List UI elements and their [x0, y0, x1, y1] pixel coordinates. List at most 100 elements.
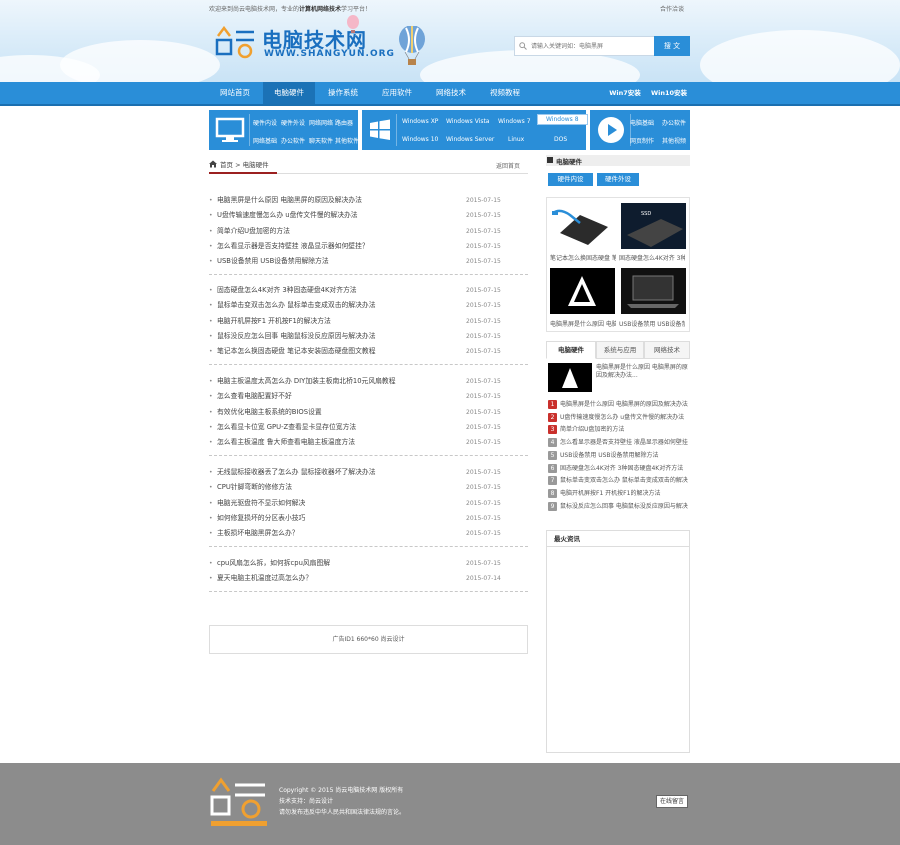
rank-item[interactable]: 2 U盘传输速度慢怎么办 u盘传文件慢的解决办法: [548, 412, 690, 424]
tab-hardware[interactable]: 电脑硬件: [546, 341, 596, 359]
nav-network[interactable]: 网络技术: [425, 82, 477, 104]
breadcrumb-home[interactable]: 首页: [220, 161, 233, 169]
list-divider: [209, 454, 528, 456]
rank-item[interactable]: 7 鼠标单击变双击怎么办 鼠标单击变成双击的解决: [548, 475, 690, 487]
list-item[interactable]: • 鼠标单击变双击怎么办 鼠标单击变成双击的解决办法 2015-07-15: [209, 298, 528, 313]
list-item-date: 2015-07-15: [466, 302, 501, 310]
cat-link[interactable]: 网络基础: [253, 136, 277, 145]
cat-link[interactable]: Windows XP: [402, 118, 438, 125]
breadcrumb-current[interactable]: 电脑硬件: [243, 161, 269, 169]
list-item[interactable]: • 电脑主板温度太高怎么办 DIY加装主板南北桥10元风扇教程 2015-07-15: [209, 374, 528, 389]
bullet-icon: •: [209, 469, 213, 476]
cooperation-link[interactable]: 合作洽谈: [660, 4, 684, 13]
pic-thumb[interactable]: [550, 203, 615, 249]
cat-link[interactable]: Windows Server: [446, 136, 494, 143]
rank-item[interactable]: 3 简单介绍U盘加密的方法: [548, 424, 690, 436]
cat-link[interactable]: DOS: [554, 136, 567, 143]
cat-link[interactable]: 硬件内设: [253, 118, 277, 127]
rank-item[interactable]: 5 USB设备禁用 USB设备禁用解除方法: [548, 450, 690, 462]
list-divider: [209, 545, 528, 547]
footer-logo-icon: [210, 777, 267, 826]
cat-link[interactable]: 办公软件: [662, 118, 686, 127]
list-divider: [209, 363, 528, 365]
list-item[interactable]: • USB设备禁用 USB设备禁用解除方法 2015-07-15: [209, 254, 528, 269]
list-item[interactable]: • 固态硬盘怎么4K对齐 3种固态硬盘4K对齐方法 2015-07-15: [209, 283, 528, 298]
cat-link[interactable]: Linux: [508, 136, 524, 143]
list-item[interactable]: • 怎么看显示器是否支持壁挂 液晶显示器如何壁挂？ 2015-07-15: [209, 239, 528, 254]
rank-item[interactable]: 4 怎么看显示器是否支持壁挂 液晶显示器如何壁挂: [548, 437, 690, 449]
featured-title[interactable]: 电脑黑屏是什么原因 电脑黑屏的原因及解决办法...: [596, 364, 688, 380]
list-item[interactable]: • 电脑黑屏是什么原因 电脑黑屏的原因及解决办法 2015-07-15: [209, 193, 528, 208]
list-item[interactable]: • 怎么查看电脑配置好不好 2015-07-15: [209, 389, 528, 404]
rank-item[interactable]: 1 电脑黑屏是什么原因 电脑黑屏的原因及解决办法: [548, 399, 690, 411]
sidebar-button-external[interactable]: 硬件外设: [597, 173, 639, 186]
list-item[interactable]: • 主板损坏电脑黑屏怎么办？ 2015-07-15: [209, 526, 528, 541]
welcome-text: 欢迎来到尚云电脑技术网，专业的计算机网络技术学习平台！: [209, 6, 372, 13]
list-item[interactable]: • 夏天电脑主机温度过高怎么办？ 2015-07-14: [209, 571, 528, 586]
cat-link[interactable]: 网页制作: [630, 136, 654, 145]
cat-link[interactable]: 网络网络: [309, 118, 333, 127]
nav-software[interactable]: 应用软件: [371, 82, 423, 104]
list-item-date: 2015-07-15: [466, 197, 501, 204]
list-item[interactable]: • 如何修复损坏的分区表小技巧 2015-07-15: [209, 511, 528, 526]
ad-banner[interactable]: 广告ID1 660*60 尚云设计: [209, 625, 528, 654]
rank-item[interactable]: 8 电脑开机屏按F1 开机按F1的解决方法: [548, 488, 690, 500]
nav-os[interactable]: 操作系统: [317, 82, 369, 104]
rank-item[interactable]: 9 鼠标没反应怎么回事 电脑鼠标没反应原因与解决: [548, 501, 690, 513]
list-item[interactable]: • 有效优化电脑主板系统的BIOS设置 2015-07-15: [209, 405, 528, 420]
featured-image-icon: [548, 363, 592, 392]
pic-caption: 电脑黑屏是什么原因 电脑: [550, 321, 616, 328]
bullet-icon: •: [209, 212, 213, 220]
list-item-date: 2015-07-15: [466, 393, 501, 401]
list-item-title: 怎么看显示器是否支持壁挂 液晶显示器如何壁挂？: [217, 241, 369, 250]
sidebar-button-internal[interactable]: 硬件内设: [548, 173, 593, 186]
cat-link[interactable]: Windows 7: [498, 118, 531, 125]
bullet-icon: •: [209, 484, 213, 492]
cat-link[interactable]: Windows Vista: [446, 118, 490, 125]
search-input[interactable]: [514, 36, 655, 56]
back-home-link[interactable]: 返回首页: [496, 161, 520, 170]
list-item[interactable]: • cpu风扇怎么拆，如何拆cpu风扇图解 2015-07-15: [209, 556, 528, 571]
list-item[interactable]: • 电脑开机屏按F1 开机按F1的解决方法 2015-07-15: [209, 314, 528, 329]
nav-video[interactable]: 视频教程: [479, 82, 531, 104]
cat-link-selected[interactable]: Windows 8: [537, 114, 588, 125]
cat-link[interactable]: 电脑基础: [630, 118, 654, 127]
list-item[interactable]: • 鼠标没反应怎么回事 电脑鼠标没反应原因与解决办法 2015-07-15: [209, 329, 528, 344]
cat-link[interactable]: 聊天软件: [309, 136, 333, 145]
tab-network[interactable]: 网络技术: [644, 341, 690, 359]
featured-thumbnail[interactable]: [548, 363, 592, 392]
nav-hardware[interactable]: 电脑硬件: [263, 82, 315, 104]
list-item[interactable]: • 无线鼠标接收器丢了怎么办 鼠标接收器坏了解决办法 2015-07-15: [209, 465, 528, 480]
pic-thumb[interactable]: SSD: [621, 203, 686, 249]
list-item-title: 如何修复损坏的分区表小技巧: [217, 513, 306, 522]
main-nav: 网站首页 电脑硬件 操作系统 应用软件 网络技术 视频教程 Win7安装 Win…: [0, 82, 900, 106]
list-item[interactable]: • CPU针脚弯断的修修方法 2015-07-15: [209, 480, 528, 495]
search-button[interactable]: 搜 文: [654, 36, 690, 56]
bullet-icon: •: [209, 439, 213, 447]
cat-link[interactable]: 其他软件: [335, 136, 359, 145]
cat-link[interactable]: 硬件外设: [281, 118, 305, 127]
cat-link[interactable]: Windows 10: [402, 136, 438, 143]
list-item[interactable]: • U盘传输速度慢怎么办 u盘传文件慢的解决办法 2015-07-15: [209, 208, 528, 223]
list-item[interactable]: • 简单介绍U盘加密的方法 2015-07-15: [209, 224, 528, 239]
message-button[interactable]: 在线留言: [656, 795, 688, 808]
nav-win10-install[interactable]: Win10安装: [647, 82, 691, 104]
pic-thumb[interactable]: [550, 268, 615, 314]
tab-system-apps[interactable]: 系统与应用: [596, 341, 644, 359]
pic-thumb[interactable]: [621, 268, 686, 314]
list-item-title: 鼠标没反应怎么回事 电脑鼠标没反应原因与解决办法: [217, 331, 376, 340]
list-item[interactable]: • 电脑光驱盘符不显示如何解决 2015-07-15: [209, 496, 528, 511]
cat-link[interactable]: 路由器: [335, 118, 353, 127]
nav-home[interactable]: 网站首页: [209, 82, 261, 104]
rank-title: 电脑开机屏按F1 开机按F1的解决方法: [560, 489, 661, 497]
list-item[interactable]: • 笔记本怎么换固态硬盘 笔记本安装固态硬盘图文教程 2015-07-15: [209, 344, 528, 359]
list-item-title: 鼠标单击变双击怎么办 鼠标单击变成双击的解决办法: [217, 301, 376, 310]
nav-win7-install[interactable]: Win7安装: [603, 82, 647, 104]
list-item[interactable]: • 怎么看显卡位宽 GPU-Z查看显卡显存位宽方法 2015-07-15: [209, 420, 528, 435]
rank-item[interactable]: 6 固态硬盘怎么4K对齐 3种固态硬盘4K对齐方法: [548, 463, 690, 475]
search-icon: [519, 42, 527, 50]
cat-link[interactable]: 办公软件: [281, 136, 305, 145]
bullet-icon: •: [209, 393, 213, 401]
list-item[interactable]: • 怎么看主板温度 鲁大师查看电脑主板温度方法 2015-07-15: [209, 435, 528, 450]
cat-link[interactable]: 其他视频: [662, 136, 686, 145]
